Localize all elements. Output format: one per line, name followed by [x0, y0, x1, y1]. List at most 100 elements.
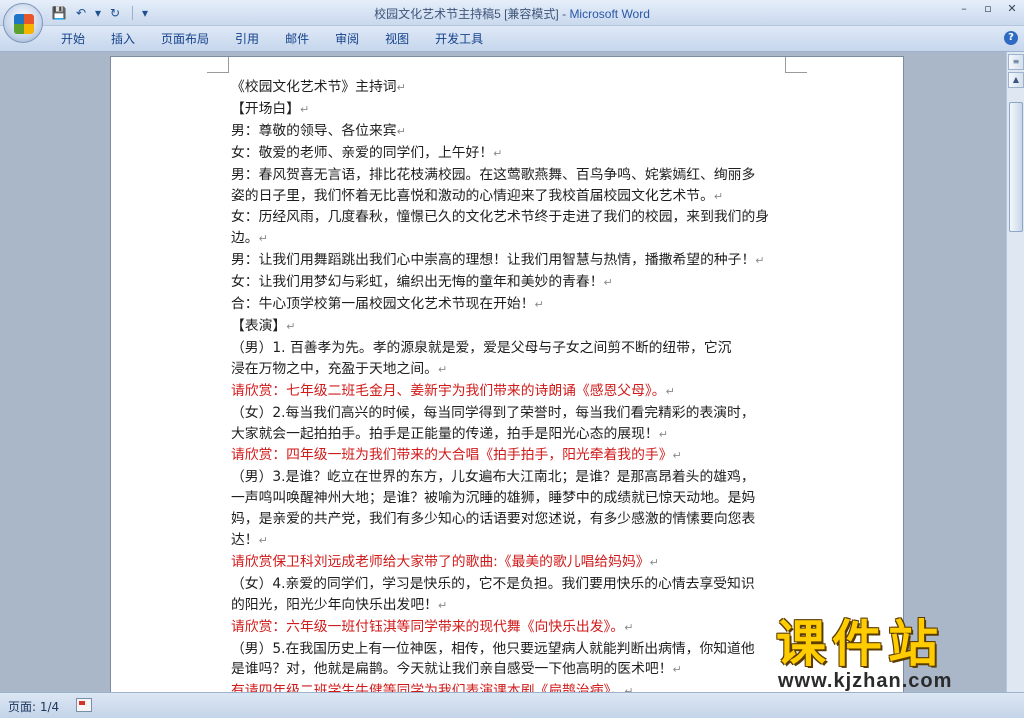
line-text: 男：让我们用舞蹈跳出我们心中崇高的理想！让我们用智慧与热情，播撒希望的种子！: [231, 252, 756, 269]
tab-references[interactable]: 引用: [222, 30, 272, 48]
paragraph-mark-icon: ↵: [258, 232, 268, 246]
line-text: 请欣赏：六年级一班付钰淇等同学带来的现代舞《向快乐出发》。: [231, 618, 625, 635]
line-text: 请欣赏：七年级二班毛金月、姜新宇为我们带来的诗朗诵《感恩父母》。: [231, 382, 666, 399]
line-text: 浸在万物之中，充盈于天地之间。: [231, 360, 438, 377]
paragraph-line: 浸在万物之中，充盈于天地之间。↵: [231, 359, 791, 381]
line-text: 边。: [231, 230, 259, 247]
paragraph-mark-icon: ↵: [713, 189, 724, 203]
line-text: 大家就会一起拍拍手。拍手是正能量的传递，拍手是阳光心态的展现！: [231, 425, 659, 442]
paragraph-line: （男）1. 百善孝为先。孝的源泉就是爱，爱是父母与子女之间剪不断的纽带，它沉: [231, 338, 791, 359]
paragraph-mark-icon: ↵: [755, 254, 765, 268]
line-text: 男：尊敬的领导、各位来宾: [231, 122, 397, 139]
paragraph-line: 是谁吗？对，他就是扁鹊。今天就让我们亲自感受一下他高明的医术吧！↵: [231, 659, 791, 681]
watermark-text: 课件站: [776, 615, 944, 673]
paragraph-mark-icon: ↵: [493, 146, 503, 160]
document-page[interactable]: 《校园文化艺术节》主持词↵ 【开场白】↵ 男：尊敬的领导、各位来宾↵ 女：敬爱的老师、…: [110, 56, 904, 692]
line-text: 《校园文化艺术节》主持词: [231, 79, 397, 95]
paragraph-line: （女）2.每当我们高兴的时候，每当同学得到了荣誉时，每当我们看完精彩的表演时，: [231, 403, 791, 424]
paragraph-line: 请欣赏：四年级一班为我们带来的大合唱《拍手拍手，阳光牵着我的手》↵: [231, 445, 791, 467]
help-icon[interactable]: ?: [1004, 31, 1018, 45]
line-text: 女：历经风雨，几度春秋，憧憬已久的文化艺术节终于走进了我们的校园，来到我们的身: [231, 209, 770, 226]
watermark-url: www.kjzhan.com: [778, 670, 953, 692]
office-logo-icon: [14, 14, 34, 34]
document-body[interactable]: 《校园文化艺术节》主持词↵ 【开场白】↵ 男：尊敬的领导、各位来宾↵ 女：敬爱的老师、…: [231, 77, 791, 692]
paragraph-line: （女）4.亲爱的同学们，学习是快乐的，它不是负担。我们要用快乐的心情去享受知识: [231, 574, 791, 595]
line-text: 姿的日子里，我们怀着无比喜悦和激动的心情迎来了我校首届校园文化艺术节。: [231, 187, 714, 204]
line-text: 有请四年级二班学生牛健等同学为我们表演课本剧《扁鹊治病》。: [231, 683, 625, 692]
watermark-logo: 课件站 www.kjzhan.com: [776, 616, 1024, 696]
margin-corner-mark: [785, 57, 807, 73]
line-text: 是谁吗？对，他就是扁鹊。今天就让我们亲自感受一下他高明的医术吧！: [231, 661, 673, 678]
line-text: 合：牛心顶学校第一届校园文化艺术节现在开始！: [231, 296, 535, 313]
paragraph-line: 女：历经风雨，几度春秋，憧憬已久的文化艺术节终于走进了我们的校园，来到我们的身: [231, 207, 791, 228]
line-text: 【开场白】: [231, 100, 300, 117]
paragraph-line: 【开场白】↵: [231, 99, 791, 121]
line-text: 女：敬爱的老师、亲爱的同学们，上午好！: [231, 144, 494, 161]
split-handle-icon[interactable]: ≡: [1008, 54, 1024, 70]
tab-developer[interactable]: 开发工具: [422, 30, 496, 48]
paragraph-line: 请欣赏：六年级一班付钰淇等同学带来的现代舞《向快乐出发》。↵: [231, 617, 791, 639]
line-text: 【表演】: [231, 317, 287, 334]
paragraph-mark-icon: ↵: [603, 276, 613, 290]
tab-mailings[interactable]: 邮件: [272, 30, 322, 48]
paragraph-line: 男：让我们用舞蹈跳出我们心中崇高的理想！让我们用智慧与热情，播撒希望的种子！↵: [231, 250, 791, 272]
app-name: Microsoft Word: [569, 7, 650, 21]
tab-home[interactable]: 开始: [48, 30, 98, 48]
line-text: （男）1. 百善孝为先。孝的源泉就是爱，爱是父母与子女之间剪不断的纽带，它沉: [231, 339, 732, 356]
paragraph-line: （男）3.是谁？屹立在世界的东方，儿女遍布大江南北；是谁？是那高昂着头的雄鸡，: [231, 467, 791, 488]
line-text: 请欣赏：四年级一班为我们带来的大合唱《拍手拍手，阳光牵着我的手》: [231, 447, 673, 464]
line-text: 女：让我们用梦幻与彩虹，编织出无悔的童年和美妙的青春！: [231, 274, 604, 291]
paragraph-mark-icon: ↵: [534, 298, 544, 312]
paragraph-line: 请欣赏：七年级二班毛金月、姜新宇为我们带来的诗朗诵《感恩父母》。↵: [231, 381, 791, 403]
tab-page-layout[interactable]: 页面布局: [148, 30, 222, 48]
document-workspace: 《校园文化艺术节》主持词↵ 【开场白】↵ 男：尊敬的领导、各位来宾↵ 女：敬爱的老师、…: [0, 52, 1006, 692]
line-text: （女）2.每当我们高兴的时候，每当同学得到了荣誉时，每当我们看完精彩的表演时，: [231, 404, 755, 421]
paragraph-mark-icon: ↵: [396, 81, 406, 94]
ribbon-tabs: 开始 插入 页面布局 引用 邮件 审阅 视图 开发工具: [48, 30, 496, 48]
title-bar: 💾 ↶ ▾ ↻ ▾ 校园文化艺术节主持稿5 [兼容模式] - Microsoft…: [0, 0, 1024, 26]
paragraph-line: 边。↵: [231, 228, 791, 250]
restore-button[interactable]: ▫: [980, 2, 996, 16]
tab-insert[interactable]: 插入: [98, 30, 148, 48]
paragraph-line: 大家就会一起拍拍手。拍手是正能量的传递，拍手是阳光心态的展现！↵: [231, 424, 791, 446]
line-text: 妈，是亲爱的共产党，我们有多少知心的话语要对您述说，有多少感激的情愫要向您表: [231, 511, 756, 528]
paragraph-mark-icon: ↵: [396, 124, 406, 138]
scroll-thumb[interactable]: [1009, 102, 1023, 232]
line-text: 一声鸣叫唤醒神州大地；是谁？被喻为沉睡的雄狮，睡梦中的成绩就已惊天动地。是妈: [231, 490, 756, 507]
paragraph-line: 【表演】↵: [231, 316, 791, 338]
close-button[interactable]: ✕: [1004, 2, 1020, 16]
paragraph-mark-icon: ↵: [672, 449, 682, 463]
paragraph-line: 请欣赏保卫科刘远成老师给大家带了的歌曲:《最美的歌儿唱给妈妈》↵: [231, 552, 791, 574]
paragraph-line: 姿的日子里，我们怀着无比喜悦和激动的心情迎来了我校首届校园文化艺术节。↵: [231, 186, 791, 208]
paragraph-line: 女：让我们用梦幻与彩虹，编织出无悔的童年和美妙的青春！↵: [231, 272, 791, 294]
paragraph-mark-icon: ↵: [665, 384, 675, 398]
page-count[interactable]: 页面: 1/4: [8, 698, 59, 715]
paragraph-line: 有请四年级二班学生牛健等同学为我们表演课本剧《扁鹊治病》。↵: [231, 681, 791, 692]
paragraph-mark-icon: ↵: [299, 102, 310, 116]
tab-review[interactable]: 审阅: [322, 30, 372, 48]
paragraph-line: （男）5.在我国历史上有一位神医，相传，他只要远望病人就能判断出病情，你知道他: [231, 639, 791, 660]
paragraph-line: 妈，是亲爱的共产党，我们有多少知心的话语要对您述说，有多少感激的情愫要向您表: [231, 509, 791, 530]
scroll-up-button[interactable]: ▲: [1008, 72, 1024, 88]
document-title: 校园文化艺术节主持稿5 [兼容模式] -: [374, 7, 570, 21]
paragraph-mark-icon: ↵: [624, 620, 634, 634]
paragraph-line: 的阳光，阳光少年向快乐出发吧！↵: [231, 595, 791, 617]
line-text: 的阳光，阳光少年向快乐出发吧！: [231, 596, 438, 613]
paragraph-line: 达！↵: [231, 530, 791, 552]
line-text: 达！: [231, 532, 259, 549]
line-text: （女）4.亲爱的同学们，学习是快乐的，它不是负担。我们要用快乐的心情去享受知识: [231, 575, 755, 592]
paragraph-mark-icon: ↵: [437, 598, 448, 612]
line-text: （男）3.是谁？屹立在世界的东方，儿女遍布大江南北；是谁？是那高昂着头的雄鸡，: [231, 469, 755, 486]
line-text: 男：春风贺喜无言语，排比花枝满校园。在这莺歌燕舞、百鸟争鸣、姹紫嫣红、绚丽多: [231, 166, 756, 183]
paragraph-line: 《校园文化艺术节》主持词↵: [231, 77, 791, 99]
paragraph-line: 男：春风贺喜无言语，排比花枝满校园。在这莺歌燕舞、百鸟争鸣、姹紫嫣红、绚丽多: [231, 165, 791, 186]
tab-view[interactable]: 视图: [372, 30, 422, 48]
office-button[interactable]: [3, 3, 43, 43]
paragraph-mark-icon: ↵: [672, 663, 682, 677]
vertical-scrollbar[interactable]: ≡ ▲: [1006, 52, 1024, 692]
paragraph-line: 女：敬爱的老师、亲爱的同学们，上午好！↵: [231, 143, 791, 165]
minimize-button[interactable]: –: [956, 2, 972, 16]
paragraph-line: 男：尊敬的领导、各位来宾↵: [231, 121, 791, 143]
proofing-status-icon[interactable]: [76, 698, 92, 712]
paragraph-mark-icon: ↵: [658, 427, 668, 441]
